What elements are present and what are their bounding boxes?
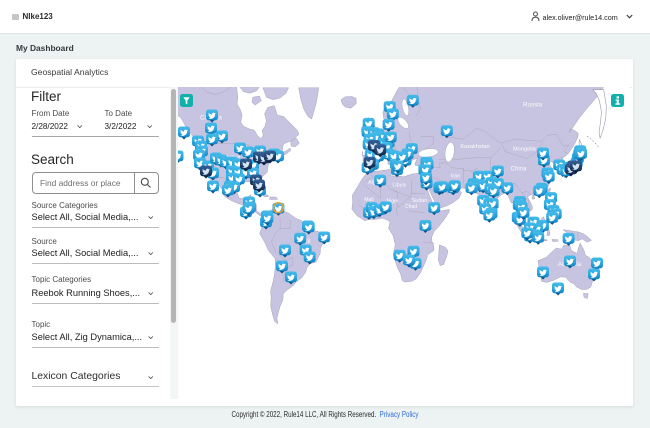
svg-text:Kazakhstan: Kazakhstan xyxy=(460,144,489,150)
svg-text:Iran: Iran xyxy=(451,174,461,180)
svg-text:China: China xyxy=(511,167,527,173)
svg-text:Russia: Russia xyxy=(523,102,542,109)
svg-text:Libya: Libya xyxy=(392,183,406,189)
svg-text:Mongolia: Mongolia xyxy=(513,147,537,153)
svg-text:Chad: Chad xyxy=(405,204,417,210)
